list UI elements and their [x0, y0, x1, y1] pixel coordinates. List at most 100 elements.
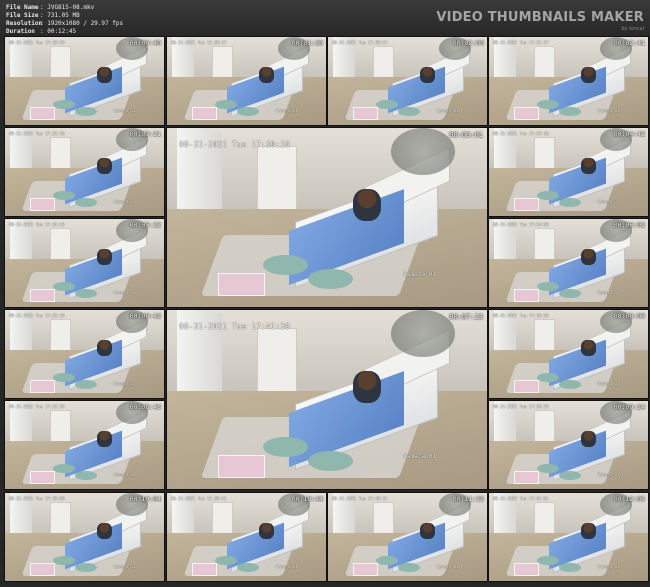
brand-subtitle: by Ioncal: [621, 26, 644, 32]
camera-timestamp: 08-31-2021 Tue 17:41:39: [179, 322, 290, 331]
scene-basket: [514, 471, 539, 484]
scene-ottoman2: [307, 269, 353, 290]
thumbnail[interactable]: 08-31-2021 Tue 17:30:17 00:01:20 Camera 01: [166, 36, 327, 126]
scene-ottoman1: [536, 372, 559, 383]
scene-ottoman1: [536, 555, 559, 566]
video-position: 00:05:22: [129, 221, 161, 229]
info-resolution: Resolution: 1920x1080 / 29.97 fps: [6, 20, 124, 27]
scene-ottoman1: [52, 190, 75, 201]
scene-ottoman1: [52, 555, 75, 566]
scene-person: [581, 248, 596, 265]
video-position: 00:03:01: [449, 131, 483, 139]
scene-ottoman1: [263, 255, 308, 275]
camera-timestamp: 08-31-2021 Tue 17:41:01: [493, 496, 549, 501]
thumbnail[interactable]: 08-31-2021 Tue 17:36:59 00:08:03 Camera 01: [488, 309, 649, 399]
scene-ottoman1: [536, 463, 559, 474]
scene-basket: [353, 563, 378, 576]
camera-timestamp: 08-31-2021 Tue 17:40:21: [332, 496, 388, 501]
thumbnail[interactable]: 08-31-2021 Tue 17:37:39 00:08:43 Camera 01: [4, 400, 165, 490]
brand-title: VIDEO THUMBNAILS MAKER: [436, 10, 644, 25]
video-position: 00:12:05: [613, 495, 645, 503]
camera-timestamp: 08-31-2021 Tue 17:30:17: [171, 40, 227, 45]
scene-ottoman1: [375, 99, 398, 110]
scene-ottoman1: [52, 463, 75, 474]
thumbnail[interactable]: 08-31-2021 Tue 17:34:58 00:06:02 Camera 01: [488, 218, 649, 308]
camera-label: Camera 01: [113, 471, 136, 477]
scene-ottoman1: [536, 99, 559, 110]
video-position: 00:03:21: [129, 130, 161, 138]
thumbnail[interactable]: 08-31-2021 Tue 17:41:01 00:12:05 Camera 01: [488, 492, 649, 582]
camera-label: Camera 01: [597, 380, 620, 386]
camera-label: Camera 01: [436, 563, 459, 569]
scene-basket: [192, 107, 217, 120]
camera-timestamp: 08-31-2021 Tue 17:39:41: [171, 496, 227, 501]
info-file-name: File Name: JVG815-08.mkv: [6, 4, 95, 11]
thumbnail-large[interactable]: 08-31-2021 Tue 17:41:39 00:07:23 Camera 01: [166, 309, 488, 490]
thumbnail[interactable]: 08-31-2021 Tue 17:29:59 00:00:40 Camera 01: [4, 36, 165, 126]
scene-person: [581, 339, 596, 356]
thumbnail[interactable]: 08-31-2021 Tue 17:35:38 00:06:42 Camera 01: [4, 309, 165, 399]
camera-label: Camera 01: [113, 198, 136, 204]
thumbnail-large[interactable]: 08-31-2021 Tue 17:30:18 00:03:01 Camera 01: [166, 127, 488, 308]
scene-ottoman1: [214, 555, 237, 566]
scene-door: [256, 327, 297, 398]
video-position: 00:06:02: [613, 221, 645, 229]
scene-person: [259, 66, 274, 83]
scene-basket: [218, 272, 265, 297]
thumbnail[interactable]: 08-31-2021 Tue 17:32:18 00:03:21 Camera 01: [4, 127, 165, 217]
camera-timestamp: 08-31-2021 Tue 17:30:18: [179, 140, 290, 149]
thumbnail[interactable]: 08-31-2021 Tue 17:40:21 00:11:25 Camera 01: [327, 492, 488, 582]
info-duration: Duration: 00:12:45: [6, 28, 77, 35]
thumbnail[interactable]: 08-31-2021 Tue 17:39:00 00:10:04 Camera 01: [4, 492, 165, 582]
scene-basket: [192, 563, 217, 576]
camera-label: Camera 01: [275, 107, 298, 113]
scene-door: [256, 145, 297, 216]
thumbnail[interactable]: 08-31-2021 Tue 17:38:20 00:09:24 Camera 01: [488, 400, 649, 490]
scene-person: [97, 339, 112, 356]
brand-logo: VIDEO THUMBNAILS MAKER by Ioncal: [436, 10, 644, 32]
info-file-size: File Size: 731.05 MB: [6, 12, 80, 19]
scene-basket: [514, 107, 539, 120]
scene-ottoman1: [375, 555, 398, 566]
scene-ottoman1: [52, 99, 75, 110]
scene-ottoman1: [263, 437, 308, 457]
video-position: 00:11:25: [452, 495, 484, 503]
camera-timestamp: 08-31-2021 Tue 17:34:58: [493, 222, 549, 227]
scene-person: [97, 157, 112, 174]
scene-basket: [30, 471, 55, 484]
video-position: 00:04:42: [613, 130, 645, 138]
video-position: 00:08:03: [613, 312, 645, 320]
scene-basket: [353, 107, 378, 120]
scene-basket: [30, 107, 55, 120]
scene-basket: [218, 454, 265, 479]
scene-person: [352, 188, 382, 222]
camera-label: Camera 01: [113, 107, 136, 113]
camera-label: Camera 01: [597, 289, 620, 295]
scene-basket: [30, 198, 55, 211]
scene-plant: [391, 128, 455, 175]
camera-label: Camera 01: [597, 107, 620, 113]
file-info: File Name: JVG815-08.mkv File Size: 731.…: [6, 4, 123, 36]
scene-person: [420, 522, 435, 539]
thumbnail[interactable]: 08-31-2021 Tue 17:34:18 00:05:22 Camera 01: [4, 218, 165, 308]
video-position: 00:02:41: [613, 39, 645, 47]
camera-label: Camera 01: [275, 563, 298, 569]
scene-basket: [30, 563, 55, 576]
scene-basket: [514, 563, 539, 576]
camera-timestamp: 08-31-2021 Tue 17:35:38: [9, 313, 65, 318]
thumbnail[interactable]: 08-31-2021 Tue 17:31:37 00:02:41 Camera 01: [488, 36, 649, 126]
camera-timestamp: 08-31-2021 Tue 17:30:57: [332, 40, 388, 45]
video-position: 00:06:42: [129, 312, 161, 320]
scene-person: [581, 522, 596, 539]
camera-timestamp: 08-31-2021 Tue 17:39:00: [9, 496, 65, 501]
camera-label: Camera 01: [113, 380, 136, 386]
camera-label: Camera 01: [597, 198, 620, 204]
scene-person: [97, 248, 112, 265]
thumbnail[interactable]: 08-31-2021 Tue 17:39:41 00:10:44 Camera 01: [166, 492, 327, 582]
thumbnail[interactable]: 08-31-2021 Tue 17:30:57 00:02:00 Camera 01: [327, 36, 488, 126]
scene-person: [581, 430, 596, 447]
thumbnail[interactable]: 08-31-2021 Tue 17:33:38 00:04:42 Camera 01: [488, 127, 649, 217]
video-position: 00:09:24: [613, 403, 645, 411]
scene-basket: [514, 289, 539, 302]
scene-person: [581, 66, 596, 83]
